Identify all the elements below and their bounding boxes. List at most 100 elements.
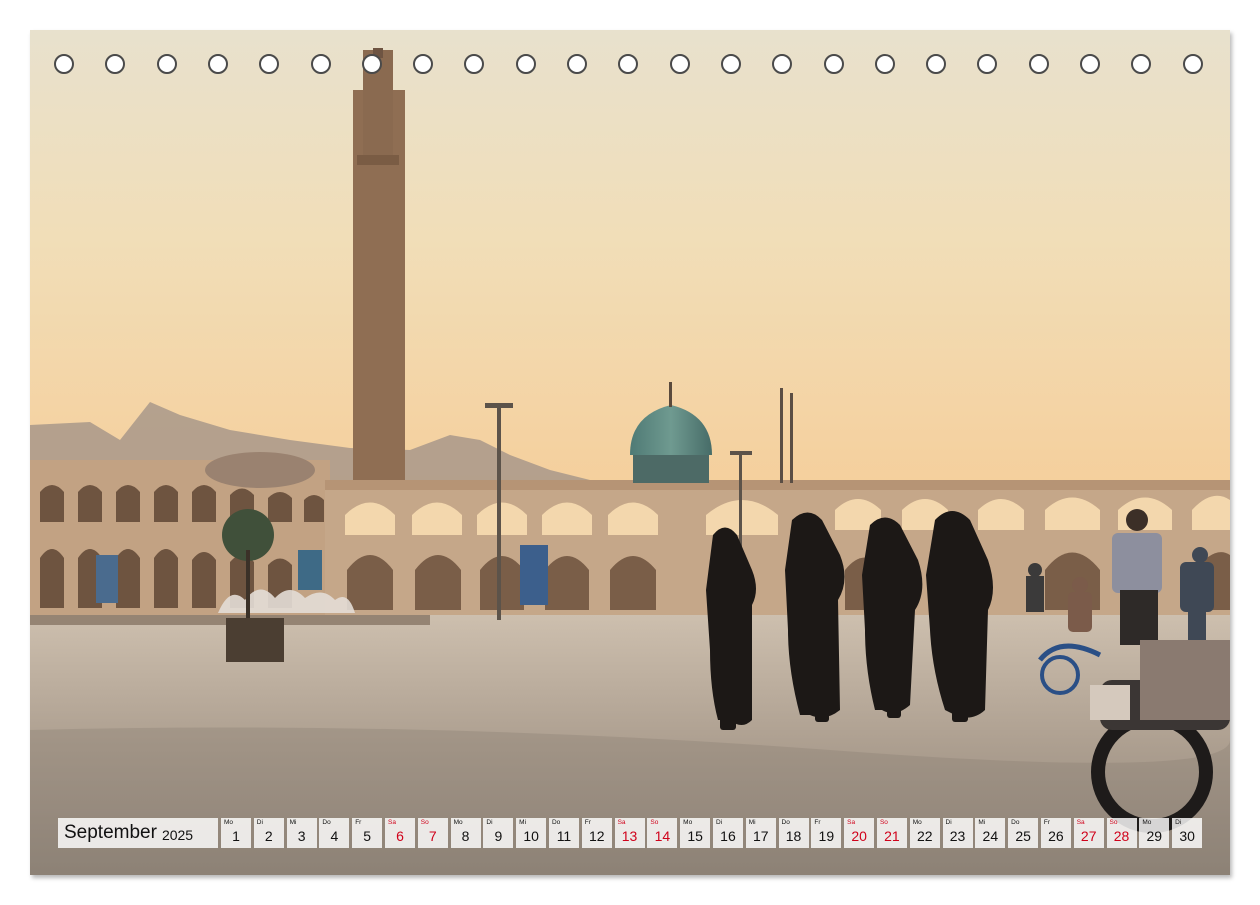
binding-hole [1028,54,1049,74]
day-number: 27 [1080,828,1097,844]
month-name: September [64,822,157,843]
calendar-day: Do 11 [548,818,579,848]
weekday-abbrev: So [650,819,659,826]
calendar-day: Di 9 [483,818,514,848]
day-number: 30 [1179,828,1195,844]
day-number: 1 [232,828,240,844]
binding-hole [207,54,228,74]
day-number: 10 [523,828,539,844]
binding-hole [259,54,280,74]
weekday-abbrev: Fr [355,819,362,826]
day-number: 16 [720,828,736,844]
calendar-day: Mi 10 [516,818,547,848]
day-number: 28 [1113,828,1130,844]
calendar-day: Di 16 [712,818,743,848]
weekday-abbrev: Mo [224,819,234,826]
calendar-page: September 2025 Mo 1 Di 2 Mi 3 Do 4 Fr 5 Sa 6 So 7 Mo 8 D… [30,30,1230,875]
binding-hole [977,54,998,74]
binding-hole [567,54,587,74]
weekday-abbrev: So [420,819,429,826]
calendar-day: Do 25 [1008,818,1039,848]
calendar-day: Fr 19 [811,818,842,848]
binding-hole [618,54,639,74]
calendar-day: Fr 5 [352,818,383,848]
calendar-day: Do 18 [778,818,809,848]
calendar-day: Mo 29 [1139,818,1170,848]
day-number: 6 [396,828,404,844]
calendar-day: Sa 20 [844,818,875,848]
binding-hole [874,54,895,74]
month-year: 2025 [161,826,194,843]
weekday-abbrev: Do [551,819,561,826]
day-number: 25 [1015,828,1031,844]
weekday-abbrev: Di [945,819,952,826]
day-number: 15 [687,828,703,844]
weekday-abbrev: Fr [1043,819,1051,826]
day-number: 9 [494,828,503,844]
calendar-day: Mi 24 [975,818,1006,848]
calendar-day: Mo 15 [680,818,711,848]
day-number: 13 [621,828,638,844]
calendar-day: Do 4 [319,818,350,848]
day-number: 23 [949,828,966,844]
day-number: 4 [330,828,339,844]
weekday-abbrev: Sa [617,819,626,826]
weekday-abbrev: Mo [453,819,463,826]
weekday-abbrev: Mo [1142,819,1152,826]
binding-hole [156,54,177,74]
binding-hole [1182,54,1203,74]
binding-hole [1131,54,1152,74]
binding-hole [515,54,536,74]
calendar-day: Sa 6 [384,818,415,848]
binding-hole [926,54,947,74]
plaza-photo [30,30,1230,875]
weekday-abbrev: Di [256,819,263,826]
weekday-abbrev: So [1109,819,1118,826]
calendar-day: So 14 [647,818,678,848]
binding-hole [105,54,126,74]
calendar-day: Fr 26 [1040,818,1071,848]
calendar-day: So 28 [1106,818,1137,848]
day-number: 11 [556,828,572,844]
binding-hole [1080,54,1100,74]
day-number: 12 [588,828,605,844]
day-number: 7 [428,828,437,844]
calendar-day: Mi 17 [745,818,776,848]
day-number: 26 [1048,828,1064,844]
calendar-day: Di 23 [942,818,973,848]
weekday-abbrev: Sa [1076,819,1085,826]
calendar-day: Fr 12 [581,818,612,848]
weekday-abbrev: Di [1175,819,1182,826]
weekday-abbrev: So [879,819,888,826]
binding-hole [54,54,74,74]
weekday-abbrev: Mo [683,819,693,826]
day-number: 8 [461,828,470,844]
weekday-abbrev: Do [1011,819,1020,826]
calendar-day: Mo 8 [450,818,481,848]
day-number: 5 [363,828,372,844]
weekday-abbrev: Mi [748,819,756,826]
weekday-abbrev: Fr [584,819,591,826]
calendar-day: Sa 27 [1073,818,1104,848]
day-number: 2 [264,828,273,844]
weekday-abbrev: Fr [814,819,821,826]
calendar-day: Sa 13 [614,818,645,848]
weekday-abbrev: Do [781,819,790,826]
day-number: 29 [1146,828,1163,844]
weekday-abbrev: Sa [387,819,396,826]
binding-hole [464,54,485,74]
day-number: 24 [982,828,999,844]
calendar-day: Di 30 [1172,818,1203,848]
calendar-day: So 7 [417,818,448,848]
day-number: 17 [752,828,769,844]
binding-hole [772,54,793,74]
weekday-abbrev: Di [715,819,723,826]
weekday-abbrev: Mi [978,819,986,826]
weekday-abbrev: Di [486,819,493,826]
month-label: September 2025 [58,818,218,848]
calendar-day: Mi 3 [286,818,317,848]
ring-binding-holes [30,30,1230,100]
day-number: 20 [851,828,867,844]
weekday-abbrev: Mi [289,819,297,826]
day-number: 14 [654,828,671,844]
